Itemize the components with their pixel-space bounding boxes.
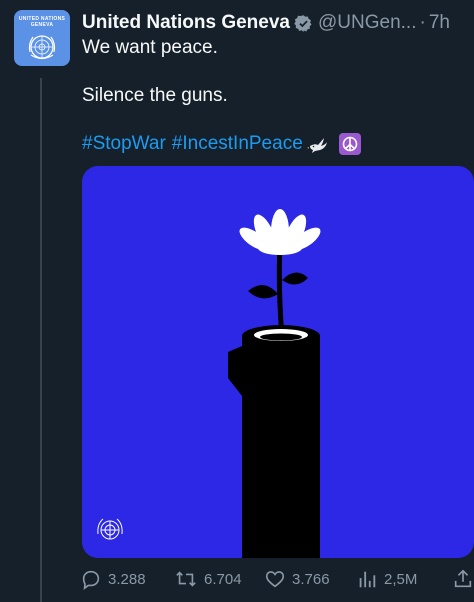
timestamp[interactable]: 7h	[429, 12, 450, 34]
retweet-icon	[176, 571, 196, 587]
retweet-button[interactable]: 6.704	[174, 566, 242, 592]
tweet-text-line-2: Silence the guns.	[82, 85, 228, 106]
views-chart-icon	[359, 571, 376, 588]
avatar[interactable]: UNITED NATIONS GENEVA	[14, 10, 70, 66]
un-emblem-icon	[28, 35, 56, 60]
hashtag-stopwar[interactable]: #StopWar	[82, 132, 166, 156]
hashtag-line: #StopWar #IncestInPeace	[82, 132, 361, 156]
handle[interactable]: @UNGen...	[318, 12, 416, 34]
thread-line	[40, 78, 42, 602]
heart-icon	[265, 571, 285, 588]
peace-symbol-icon	[338, 133, 361, 155]
gun-flower-illustration	[97, 209, 321, 558]
retweet-count: 6.704	[204, 570, 242, 588]
tweet-image[interactable]	[82, 166, 474, 558]
reply-button[interactable]: 3.288	[80, 566, 146, 592]
verified-badge-icon[interactable]	[294, 14, 313, 33]
separator-dot: ·	[419, 12, 426, 33]
reply-count: 3.288	[108, 570, 146, 588]
views-count: 2,5M	[384, 570, 418, 588]
display-name[interactable]: United Nations Geneva	[82, 12, 290, 34]
views-button[interactable]: 2,5M	[356, 566, 417, 592]
hashtag-incestinpeace[interactable]: #IncestInPeace	[172, 132, 303, 156]
like-button[interactable]: 3.766	[264, 566, 330, 592]
tweet-header: United Nations Geneva @UNGen... · 7h	[82, 10, 467, 36]
dove-icon	[306, 138, 327, 153]
reply-icon	[82, 570, 100, 590]
share-icon	[454, 569, 472, 588]
avatar-text: UNITED NATIONS GENEVA	[18, 16, 66, 28]
tweet-text-line-1: We want peace.	[82, 37, 218, 58]
share-button[interactable]	[452, 566, 474, 592]
like-count: 3.766	[292, 570, 330, 588]
tweet-actions: 3.288 6.704 3.766 2,5M	[76, 566, 474, 592]
